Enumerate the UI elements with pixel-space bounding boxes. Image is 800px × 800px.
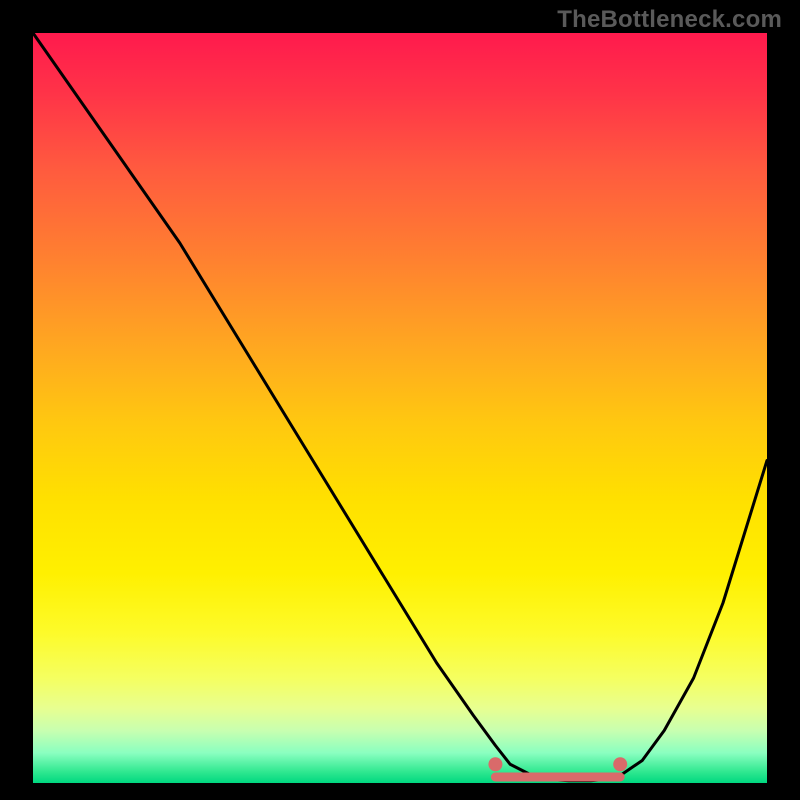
marker-flat-end xyxy=(613,757,627,771)
plot-area xyxy=(33,33,767,783)
bottleneck-curve xyxy=(33,33,767,781)
curve-group xyxy=(33,33,767,781)
curve-svg xyxy=(33,33,767,783)
watermark-text: TheBottleneck.com xyxy=(557,6,782,34)
marker-flat-start xyxy=(488,757,502,771)
chart-frame: TheBottleneck.com xyxy=(0,0,800,800)
